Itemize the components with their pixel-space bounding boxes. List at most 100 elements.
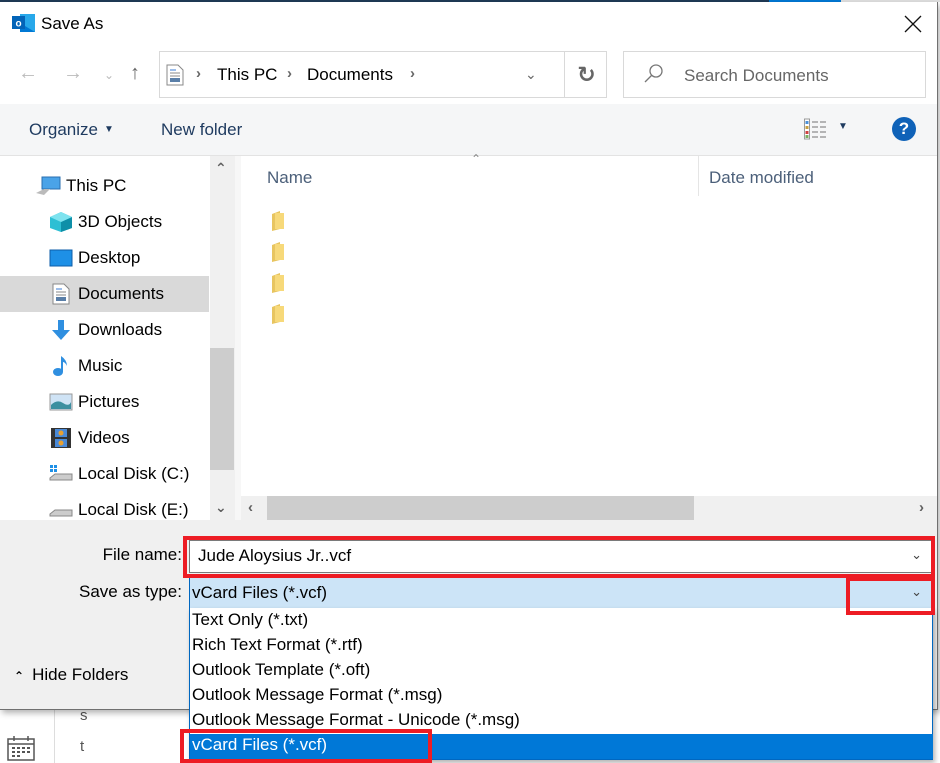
command-toolbar: Organize ▼ New folder ▼ ? (0, 104, 937, 156)
sidebar-item-downloads[interactable]: Downloads (0, 312, 209, 348)
close-icon (904, 15, 922, 33)
scroll-up-icon[interactable]: ⌃ (215, 160, 227, 177)
savetype-label: Save as type: (78, 582, 182, 601)
up-button[interactable]: ↑ (130, 62, 140, 85)
filename-value: Jude Aloysius Jr..vcf (198, 546, 352, 565)
sidebar-item-pictures[interactable]: Pictures (0, 384, 209, 420)
folder-icon[interactable] (271, 242, 285, 262)
title-bar: o Save As (0, 2, 937, 46)
video-film-icon (48, 427, 74, 449)
sidebar-item-label: Downloads (78, 320, 163, 339)
search-input[interactable]: Search Documents (623, 51, 926, 98)
sidebar-item-videos[interactable]: Videos (0, 420, 209, 456)
column-header-name[interactable]: Name (267, 168, 312, 188)
outlook-icon: o (12, 14, 35, 32)
breadcrumb-separator[interactable]: › (410, 65, 415, 82)
scroll-right-icon[interactable]: › (919, 499, 924, 516)
computer-icon (36, 175, 62, 197)
sidebar-item-label: This PC (66, 176, 127, 195)
option-vcard[interactable]: vCard Files (*.vcf) (190, 734, 933, 759)
option-text-only[interactable]: Text Only (*.txt) (190, 609, 933, 634)
sidebar-item-label: 3D Objects (78, 212, 163, 231)
save-as-dialog: o Save As ← → ⌄ ↑ › This PC › Documents … (0, 2, 938, 710)
sidebar-item-music[interactable]: Music (0, 348, 209, 384)
search-placeholder: Search Documents (684, 66, 829, 85)
close-button[interactable] (890, 7, 936, 41)
windows-drive-icon (48, 463, 74, 485)
chevron-down-icon: ⌄ (104, 68, 115, 82)
scroll-down-icon[interactable]: ⌄ (215, 499, 227, 516)
sidebar-item-3d-objects[interactable]: 3D Objects (0, 204, 209, 240)
savetype-dropdown-button[interactable]: ⌄ (911, 584, 922, 600)
filename-history-button[interactable]: ⌄ (911, 547, 922, 563)
svg-text:o: o (15, 19, 21, 30)
document-icon (166, 64, 184, 86)
search-icon (644, 64, 663, 83)
sidebar-item-documents[interactable]: Documents (0, 276, 209, 312)
navigation-pane-scrollbar[interactable]: ⌃ ⌄ (210, 156, 235, 520)
download-arrow-icon (48, 319, 74, 341)
sidebar-item-label: Local Disk (E:) (78, 500, 189, 519)
file-list-horizontal-scrollbar[interactable]: ‹ › (241, 496, 937, 521)
navigation-pane: This PC 3D Objects Desktop Documents Dow… (0, 156, 210, 520)
arrow-left-icon: ← (18, 62, 38, 84)
music-note-icon (48, 355, 74, 377)
refresh-icon: ↻ (577, 61, 596, 87)
picture-icon (48, 391, 74, 413)
dialog-title: Save As (41, 14, 104, 33)
new-folder-button[interactable]: New folder (161, 120, 242, 140)
option-outlook-template[interactable]: Outlook Template (*.oft) (190, 659, 933, 684)
sidebar-item-desktop[interactable]: Desktop (0, 240, 209, 276)
scrollbar-thumb[interactable] (267, 496, 694, 520)
scroll-left-icon[interactable]: ‹ (248, 499, 253, 516)
hide-folders-button[interactable]: ⌃ Hide Folders (14, 665, 128, 685)
breadcrumb-documents[interactable]: Documents (307, 65, 393, 85)
folder-icon[interactable] (271, 273, 285, 293)
back-button[interactable]: ← (18, 62, 38, 85)
sidebar-item-local-disk-e[interactable]: Local Disk (E:) (0, 492, 209, 520)
details-view-icon[interactable] (804, 118, 828, 140)
calendar-icon[interactable] (7, 735, 35, 761)
folder-icon[interactable] (271, 304, 285, 324)
address-bar[interactable]: › This PC › Documents › ⌄ ↻ (159, 51, 607, 98)
scrollbar-thumb[interactable] (210, 348, 234, 470)
sort-ascending-icon: ⌃ (471, 152, 482, 166)
file-list: ⌃ Name Date modified (241, 152, 937, 496)
organize-button[interactable]: Organize ▼ (29, 120, 114, 140)
chevron-down-icon: ⌄ (911, 547, 922, 562)
cube-icon (48, 211, 74, 233)
caret-down-icon: ▼ (103, 124, 114, 135)
sidebar-item-label: Local Disk (C:) (78, 464, 190, 483)
option-outlook-message-unicode[interactable]: Outlook Message Format - Unicode (*.msg) (190, 709, 933, 734)
refresh-button[interactable]: ↻ (564, 52, 608, 97)
filename-label: File name: (102, 545, 182, 564)
breadcrumb-this-pc[interactable]: This PC (217, 65, 277, 85)
background-divider (54, 708, 55, 763)
sidebar-item-label: Videos (78, 428, 130, 447)
document-icon (48, 283, 74, 305)
breadcrumb-separator[interactable]: › (196, 65, 201, 82)
savetype-select[interactable]: vCard Files (*.vcf) ⌄ (189, 577, 933, 610)
caret-down-icon: ▼ (838, 121, 848, 132)
sidebar-item-label: Desktop (78, 248, 141, 267)
view-options-button[interactable]: ▼ (838, 121, 848, 132)
hide-folders-label: Hide Folders (32, 665, 129, 684)
column-separator[interactable] (698, 156, 699, 196)
navigation-bar: ← → ⌄ ↑ › This PC › Documents › ⌄ ↻ Sear… (0, 46, 937, 104)
help-button[interactable]: ? (892, 117, 916, 141)
chevron-down-icon: ⌄ (911, 584, 922, 599)
recent-locations-button[interactable]: ⌄ (104, 68, 114, 82)
chevron-down-icon: ⌄ (525, 66, 537, 82)
organize-label: Organize (29, 120, 98, 139)
address-history-button[interactable]: ⌄ (525, 66, 537, 83)
column-header-date-modified[interactable]: Date modified (709, 168, 814, 188)
sidebar-item-local-disk-c[interactable]: Local Disk (C:) (0, 456, 209, 492)
option-rich-text-format[interactable]: Rich Text Format (*.rtf) (190, 634, 933, 659)
forward-button[interactable]: → (63, 62, 83, 85)
breadcrumb-separator[interactable]: › (287, 65, 292, 82)
sidebar-item-this-pc[interactable]: This PC (0, 168, 209, 204)
option-outlook-message-format[interactable]: Outlook Message Format (*.msg) (190, 684, 933, 709)
sidebar-item-label: Documents (78, 284, 164, 303)
filename-input[interactable]: Jude Aloysius Jr..vcf ⌄ (189, 540, 933, 573)
folder-icon[interactable] (271, 211, 285, 231)
